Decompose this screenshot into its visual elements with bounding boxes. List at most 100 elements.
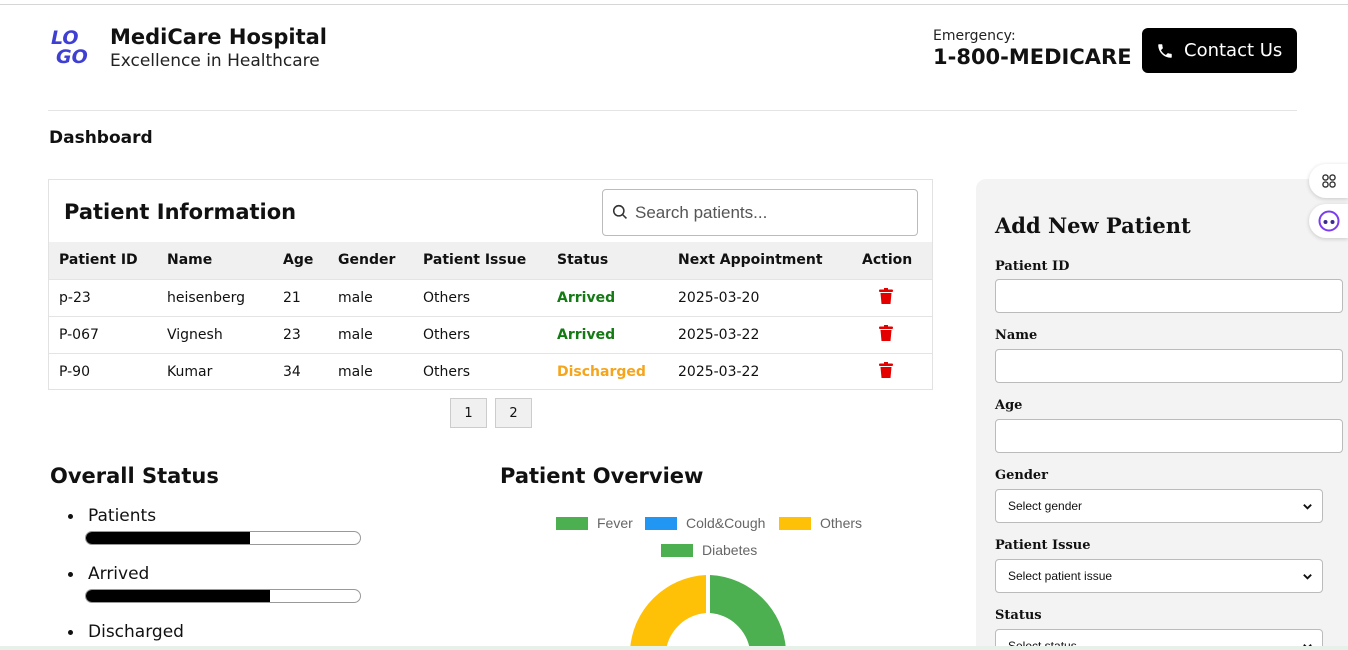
trash-icon[interactable] (879, 361, 893, 382)
table-header-row: Patient ID Name Age Gender Patient Issue… (49, 242, 932, 279)
cell-name: heisenberg (157, 278, 273, 316)
cell-age: 34 (273, 352, 328, 390)
progress-fill (86, 590, 270, 602)
legend-label: Others (820, 515, 863, 531)
patient-overview-title: Patient Overview (500, 464, 704, 488)
patient-issue-select[interactable]: Select patient issue (995, 559, 1323, 593)
brand-title: MediCare Hospital (110, 25, 328, 49)
cell-appointment: 2025-03-20 (668, 278, 852, 316)
col-gender[interactable]: Gender (328, 242, 413, 279)
page-button-1[interactable]: 1 (450, 398, 487, 428)
col-status[interactable]: Status (547, 242, 668, 279)
bottom-strip (0, 646, 1348, 650)
cell-status: Arrived (547, 278, 668, 316)
cell-issue: Others (413, 278, 547, 316)
table-row[interactable]: P-90 Kumar 34 male Others Discharged 202… (49, 352, 932, 390)
label-status: Status (995, 608, 1042, 623)
trash-icon[interactable] (879, 287, 893, 308)
doughnut-slice-others[interactable] (630, 575, 706, 650)
status-item-patients: Patients (68, 506, 156, 526)
progress-fill (86, 532, 251, 544)
label-age: Age (995, 398, 1023, 413)
status-item-label: Patients (88, 506, 157, 526)
gender-select-value: Select gender (1008, 499, 1083, 513)
brand-subtitle: Excellence in Healthcare (110, 51, 320, 71)
chevron-down-icon (1303, 574, 1312, 580)
cell-patient-id: p-23 (49, 278, 157, 316)
cell-age: 21 (273, 278, 328, 316)
status-item-arrived: Arrived (68, 564, 149, 584)
assistant-side-button[interactable] (1309, 204, 1348, 238)
cell-appointment: 2025-03-22 (668, 352, 852, 390)
patients-table: Patient ID Name Age Gender Patient Issue… (49, 242, 932, 390)
phone-icon (1158, 43, 1172, 58)
cell-gender: male (328, 278, 413, 316)
legend-label: Fever (597, 515, 633, 531)
cell-gender: male (328, 352, 413, 390)
legend-item-cold-cough[interactable]: Cold&Cough (645, 515, 765, 531)
header-divider (48, 110, 1297, 111)
col-name[interactable]: Name (157, 242, 273, 279)
patient-information-title: Patient Information (64, 200, 297, 224)
status-item-discharged: Discharged (68, 622, 184, 642)
trash-icon[interactable] (879, 324, 893, 345)
apps-icon (1321, 174, 1336, 188)
contact-us-button[interactable]: Contact Us (1142, 28, 1297, 73)
gender-select[interactable]: Select gender (995, 489, 1323, 523)
legend-item-diabetes[interactable]: Diabetes (661, 542, 757, 558)
emergency-number[interactable]: 1-800-MEDICARE (933, 45, 1132, 69)
cell-age: 23 (273, 315, 328, 353)
apps-side-button[interactable] (1309, 164, 1348, 198)
label-patient-issue: Patient Issue (995, 538, 1091, 553)
legend-label: Cold&Cough (686, 515, 766, 531)
status-item-label: Discharged (88, 622, 184, 642)
cell-gender: male (328, 315, 413, 353)
cell-action (852, 352, 932, 390)
page-title: Dashboard (49, 128, 153, 148)
label-gender: Gender (995, 468, 1049, 483)
cell-issue: Others (413, 352, 547, 390)
doughnut-slice-fever[interactable] (710, 575, 786, 650)
form-title: Add New Patient (995, 213, 1191, 238)
label-name: Name (995, 328, 1038, 343)
cell-action (852, 315, 932, 353)
cell-appointment: 2025-03-22 (668, 315, 852, 353)
cell-patient-id: P-067 (49, 315, 157, 353)
cell-status: Arrived (547, 315, 668, 353)
col-next-appointment[interactable]: Next Appointment (668, 242, 852, 279)
age-field[interactable] (995, 419, 1343, 453)
legend-item-fever[interactable]: Fever (556, 515, 633, 531)
chevron-down-icon (1303, 504, 1312, 510)
cell-name: Vignesh (157, 315, 273, 353)
cell-issue: Others (413, 315, 547, 353)
add-patient-form: Add New Patient Patient ID Name Age Gend… (976, 179, 1348, 650)
search-box[interactable] (602, 189, 918, 236)
name-field[interactable] (995, 349, 1343, 383)
cell-status: Discharged (547, 352, 668, 390)
label-patient-id: Patient ID (995, 259, 1070, 274)
col-action: Action (852, 242, 932, 279)
assistant-icon (1318, 210, 1339, 232)
search-input[interactable] (635, 202, 905, 223)
status-item-label: Arrived (88, 564, 150, 584)
cell-action (852, 278, 932, 316)
hospital-logo: LO GO (51, 27, 88, 68)
progress-bar-patients (85, 531, 361, 545)
progress-bar-arrived (85, 589, 361, 603)
col-patient-issue[interactable]: Patient Issue (413, 242, 547, 279)
col-age[interactable]: Age (273, 242, 328, 279)
contact-us-label: Contact Us (1184, 40, 1283, 61)
issue-select-value: Select patient issue (1008, 569, 1113, 583)
table-row[interactable]: P-067 Vignesh 23 male Others Arrived 202… (49, 315, 932, 353)
cell-patient-id: P-90 (49, 352, 157, 390)
table-row[interactable]: p-23 heisenberg 21 male Others Arrived 2… (49, 278, 932, 316)
page-button-2[interactable]: 2 (495, 398, 532, 428)
search-icon (612, 204, 627, 219)
patient-overview-doughnut (630, 575, 786, 650)
col-patient-id[interactable]: Patient ID (49, 242, 157, 279)
legend-item-others[interactable]: Others (779, 515, 862, 531)
top-border (0, 4, 1348, 5)
legend-label: Diabetes (702, 542, 758, 558)
cell-name: Kumar (157, 352, 273, 390)
patient-id-field[interactable] (995, 279, 1343, 313)
